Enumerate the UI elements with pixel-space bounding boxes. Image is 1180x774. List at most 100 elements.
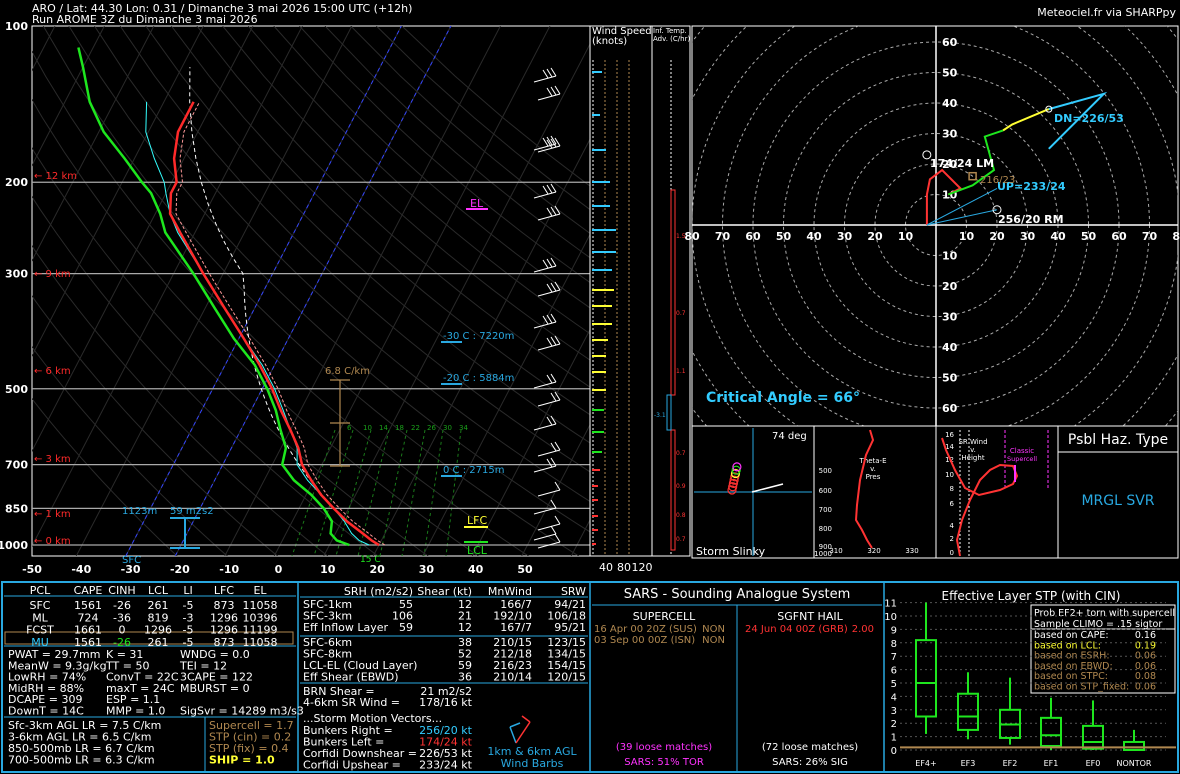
- theta-title: Theta-E: [858, 457, 886, 465]
- parcel-header: CAPE: [74, 584, 103, 597]
- parcel-cell: 10396: [243, 611, 278, 624]
- parcel-cell: 1561: [74, 636, 102, 649]
- parcel-cell: 11199: [243, 624, 278, 637]
- sars-match: 16 Apr 00 20Z (SUS): [594, 624, 697, 635]
- parcel-cell: 1661: [74, 624, 102, 637]
- lfc-label: LFC: [467, 514, 487, 527]
- sr-wind-panel: SR Wind v. Height Classic Supercell 1614…: [935, 425, 1059, 559]
- parcel-cell: 819: [148, 611, 169, 624]
- parcel-cell: -5: [183, 636, 194, 649]
- mixing-ratio-label: 26: [427, 424, 436, 432]
- minus30-level: -30 C : 7220m: [443, 331, 514, 342]
- sfc-label: SFC: [122, 555, 141, 566]
- theta-x-label: 310: [829, 547, 842, 555]
- srw-y-label: 4: [950, 522, 955, 530]
- slinky-label: Storm Slinky: [696, 545, 766, 558]
- stp-y-label: 8: [891, 639, 897, 650]
- stp-category: EF4+: [915, 759, 936, 768]
- kin-cell: Eff Inflow Layer: [303, 621, 389, 634]
- storm-motion-value: 233/24 kt: [419, 759, 473, 772]
- parcel-cell: 261: [148, 636, 169, 649]
- stp-y-label: 3: [891, 706, 897, 717]
- stp-y-label: 1: [891, 733, 897, 744]
- lapse-rates: Sfc-3km AGL LR = 7.5 C/km3-6km AGL LR = …: [8, 719, 161, 767]
- temp-tick-label: 50: [517, 563, 533, 576]
- srw-classic: Classic: [1010, 447, 1034, 455]
- hodo-x-label: 70: [715, 230, 731, 243]
- hodo-x-label: 20: [867, 230, 883, 243]
- hodo-x-label: 50: [776, 230, 792, 243]
- temp-tick-label: -50: [22, 563, 42, 576]
- parcel-header: CINH: [108, 584, 135, 597]
- mixing-ratio-label: 34: [459, 424, 468, 432]
- parcel-cell: -5: [183, 599, 194, 612]
- mixing-ratio-label: 30: [443, 424, 452, 432]
- adv-value: 0.7: [676, 310, 686, 317]
- parcel-cell: 261: [148, 599, 169, 612]
- temp-tick-label: -20: [170, 563, 190, 576]
- kin-header: Shear (kt): [417, 585, 472, 598]
- header-credit: Meteociel.fr via SHARPpy: [1037, 6, 1176, 19]
- sars-match: 03 Sep 00 00Z (ISN): [594, 635, 695, 646]
- parcel-cell: 873: [214, 599, 235, 612]
- parcel-cell: -26: [113, 599, 131, 612]
- hodo-ring-label: 30: [942, 128, 958, 141]
- srw-value: 178/16 kt: [419, 696, 473, 709]
- pressure-label: 500: [5, 383, 28, 396]
- wind-speed-unit: (knots): [592, 36, 627, 47]
- stp-category: NONTOR: [1116, 759, 1151, 768]
- stp-title: Effective Layer STP (with CIN): [942, 589, 1121, 603]
- parcel-cell: SFC: [30, 599, 51, 612]
- storm-slinky-panel: 74 deg Storm Slinky: [691, 425, 815, 559]
- parcel-cell: -26: [113, 636, 131, 649]
- hodo-x-label: 80: [684, 230, 700, 243]
- parcel-cell: MU: [31, 636, 49, 649]
- kin-cell: 167/7: [500, 621, 532, 634]
- hodo-x-label: 70: [1142, 230, 1158, 243]
- hodo-ring-label: 40: [942, 97, 958, 110]
- adv-value: 0.7: [676, 450, 686, 457]
- parcel-cell: 0: [119, 624, 126, 637]
- adv-value: 0.8: [676, 512, 686, 519]
- srw-title3: Height: [961, 454, 984, 462]
- mixing-ratio-label: 22: [411, 424, 420, 432]
- theta-e-panel: Theta-E v. Pres 5006007008009001000310 32…: [813, 425, 937, 559]
- lm-label: 174/24 LM: [930, 157, 994, 170]
- kin-cell: Eff Shear (EBWD): [303, 671, 399, 684]
- sars-hail-date: 24 Jun 04 00Z (GRB): [745, 624, 848, 635]
- header-line2: Run AROME 3Z du Dimanche 3 mai 2026: [32, 13, 258, 26]
- kin-cell: 36: [458, 671, 472, 684]
- hodo-x-label: 50: [1081, 230, 1097, 243]
- freezing-level: 0 C : 2715m: [443, 465, 504, 476]
- sounding-display: ARO / Lat: 44.30 Lon: 0.31 / Dimanche 3 …: [0, 2, 1180, 773]
- kin-header: SRH (m2/s2): [344, 585, 413, 598]
- stp-category: EF3: [961, 759, 976, 768]
- srw-y-label: 6: [950, 500, 955, 508]
- hodo-x-label: 80: [1172, 230, 1180, 243]
- height-label: ← 6 km: [34, 366, 71, 377]
- adv-sub: Adv. (C/hr): [653, 35, 690, 43]
- mixing-ratio-label: 14: [379, 424, 388, 432]
- lapse-rate: 700-500mb LR = 6.3 C/km: [8, 754, 155, 767]
- srw-title: SR Wind: [958, 438, 987, 446]
- temp-tick-label: 40: [468, 563, 484, 576]
- parcel-cell: 1296: [210, 624, 238, 637]
- hazard-value: MRGL SVR: [1081, 493, 1154, 509]
- mixing-ratio-label: 6: [347, 424, 352, 432]
- composite-value: SHIP = 1.0: [209, 754, 275, 767]
- storm-motion-label: Corfidi Upshear =: [303, 759, 401, 772]
- theta-title3: Pres: [866, 473, 881, 481]
- sars-hail: SGFNT HAIL: [777, 610, 843, 623]
- hodo-x-label: 60: [745, 230, 761, 243]
- height-label: ← 9 km: [34, 269, 71, 280]
- sars-hail-size: 2.00: [852, 624, 874, 635]
- theta-y-label: 800: [819, 525, 832, 533]
- barbs-label2: Wind Barbs: [501, 757, 564, 770]
- adv-value: 1.1: [676, 368, 686, 375]
- index-value: MBURST = 0: [180, 682, 250, 695]
- bottom-panels: PCL CAPE CINH LCL LI LFC ELSFC 1561 -26 261 -5 873 1…: [1, 581, 1179, 773]
- hodo-ring-label: 50: [942, 67, 958, 80]
- height-label: ← 1 km: [34, 509, 71, 520]
- parcel-cell: 724: [78, 611, 99, 624]
- adv-value: 0.7: [676, 536, 686, 543]
